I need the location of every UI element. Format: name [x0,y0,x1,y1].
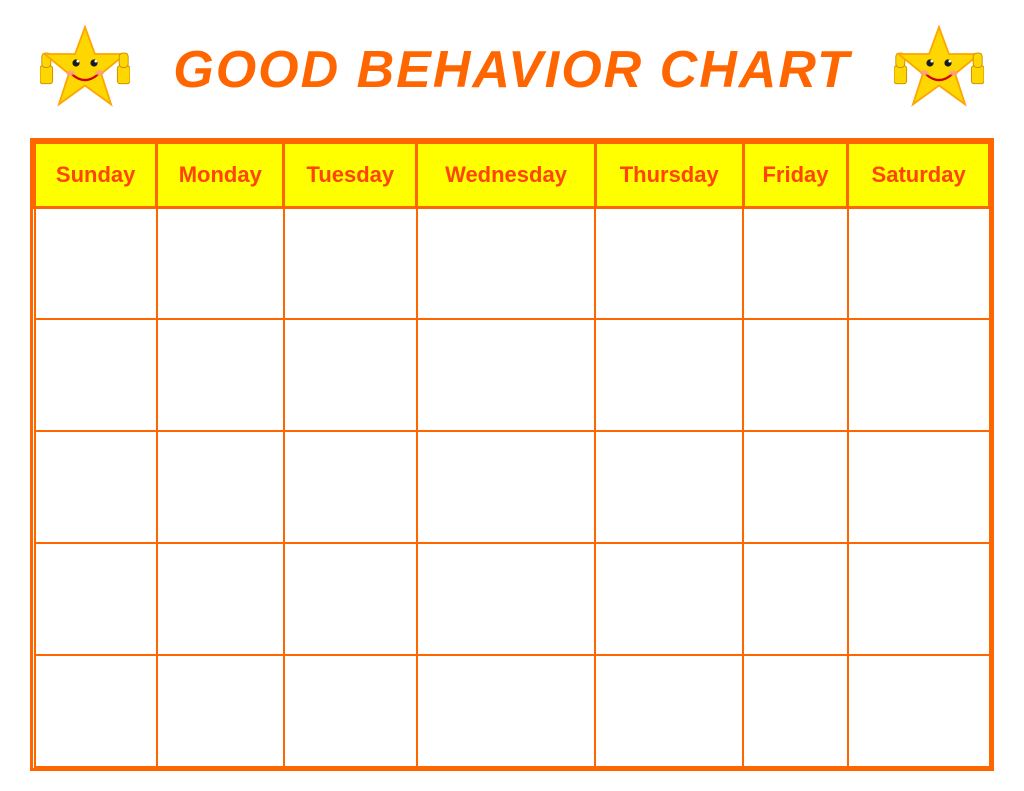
cell-sat-5[interactable] [848,655,990,767]
saturday-header: Saturday [848,143,990,208]
cell-thu-3[interactable] [595,431,743,543]
cell-sun-5[interactable] [35,655,157,767]
page: GOOD BEHAVIOR CHART [0,0,1024,791]
cell-tue-3[interactable] [284,431,417,543]
cell-wed-2[interactable] [417,319,595,431]
page-title: GOOD BEHAVIOR CHART [173,40,850,100]
cell-sun-2[interactable] [35,319,157,431]
star-right-icon [894,23,984,118]
cell-fri-4[interactable] [743,543,847,655]
days-header-row: Sunday Monday Tuesday Wednesday Thursday… [35,143,990,208]
table-row [35,655,990,767]
cell-sat-2[interactable] [848,319,990,431]
cell-wed-5[interactable] [417,655,595,767]
cell-tue-4[interactable] [284,543,417,655]
cell-sun-1[interactable] [35,208,157,320]
sunday-header: Sunday [35,143,157,208]
behavior-chart: Sunday Monday Tuesday Wednesday Thursday… [30,138,994,771]
cell-fri-1[interactable] [743,208,847,320]
chart-table: Sunday Monday Tuesday Wednesday Thursday… [33,141,991,768]
cell-thu-2[interactable] [595,319,743,431]
cell-thu-4[interactable] [595,543,743,655]
cell-sat-3[interactable] [848,431,990,543]
cell-fri-3[interactable] [743,431,847,543]
cell-sun-4[interactable] [35,543,157,655]
cell-thu-1[interactable] [595,208,743,320]
cell-sat-4[interactable] [848,543,990,655]
cell-tue-2[interactable] [284,319,417,431]
cell-fri-2[interactable] [743,319,847,431]
tuesday-header: Tuesday [284,143,417,208]
cell-mon-5[interactable] [157,655,284,767]
cell-wed-4[interactable] [417,543,595,655]
cell-mon-4[interactable] [157,543,284,655]
cell-sun-3[interactable] [35,431,157,543]
monday-header: Monday [157,143,284,208]
cell-tue-1[interactable] [284,208,417,320]
cell-tue-5[interactable] [284,655,417,767]
cell-wed-1[interactable] [417,208,595,320]
cell-mon-3[interactable] [157,431,284,543]
thursday-header: Thursday [595,143,743,208]
header: GOOD BEHAVIOR CHART [30,20,994,120]
star-left-icon [40,23,130,118]
wednesday-header: Wednesday [417,143,595,208]
cell-thu-5[interactable] [595,655,743,767]
friday-header: Friday [743,143,847,208]
table-row [35,543,990,655]
table-row [35,319,990,431]
cell-sat-1[interactable] [848,208,990,320]
cell-mon-2[interactable] [157,319,284,431]
cell-mon-1[interactable] [157,208,284,320]
cell-fri-5[interactable] [743,655,847,767]
cell-wed-3[interactable] [417,431,595,543]
table-row [35,208,990,320]
table-row [35,431,990,543]
